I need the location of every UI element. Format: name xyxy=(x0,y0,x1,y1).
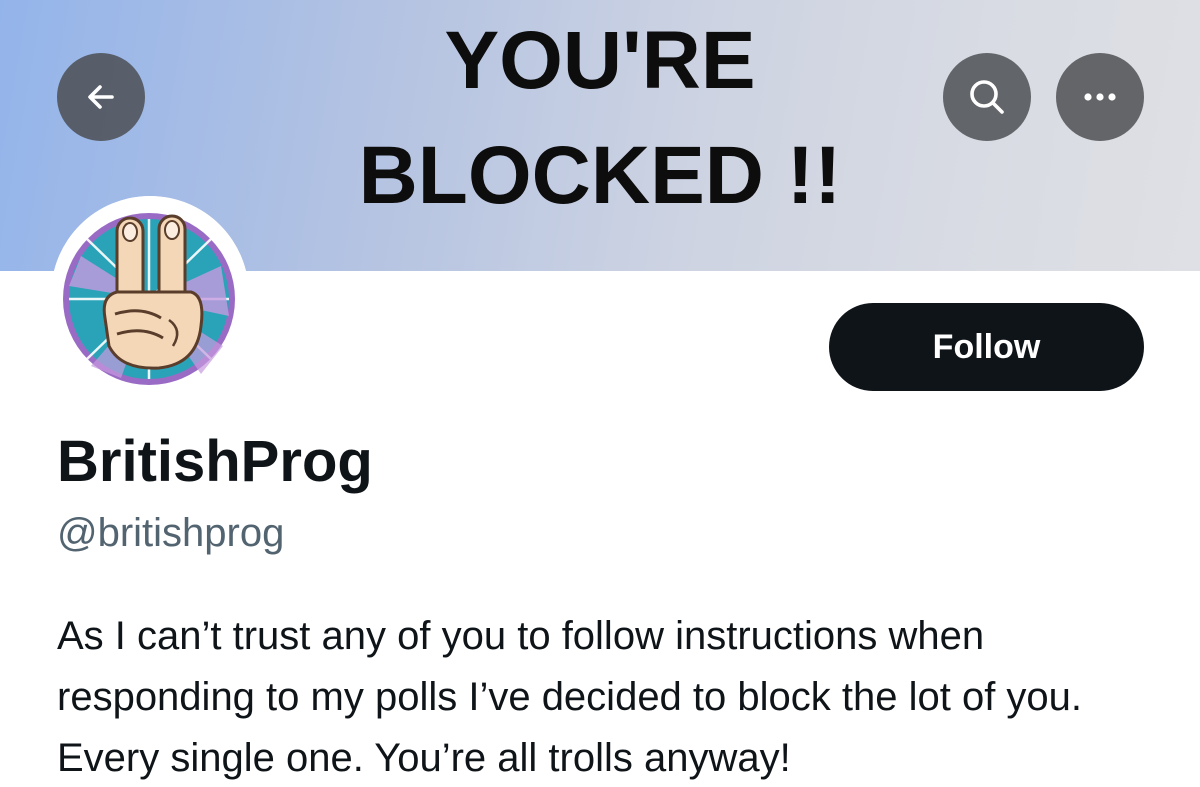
avatar[interactable] xyxy=(51,196,249,394)
back-button[interactable] xyxy=(57,53,145,141)
more-dots-icon xyxy=(1084,93,1116,101)
follow-button[interactable]: Follow xyxy=(829,303,1144,391)
banner-line-1: YOU'RE xyxy=(444,15,756,106)
more-options-button[interactable] xyxy=(1056,53,1144,141)
arrow-left-icon xyxy=(88,85,114,109)
banner-line-2: BLOCKED !! xyxy=(358,130,842,221)
peace-sign-hand-icon xyxy=(51,196,249,394)
profile-page: YOU'RE BLOCKED !! Follow BritishProg @br… xyxy=(0,0,1200,787)
search-icon xyxy=(970,80,1004,114)
profile-bio: As I can’t trust any of you to follow in… xyxy=(57,614,1083,780)
display-name: BritishProg xyxy=(57,429,373,494)
search-button[interactable] xyxy=(943,53,1031,141)
user-handle: @britishprog xyxy=(57,511,285,555)
